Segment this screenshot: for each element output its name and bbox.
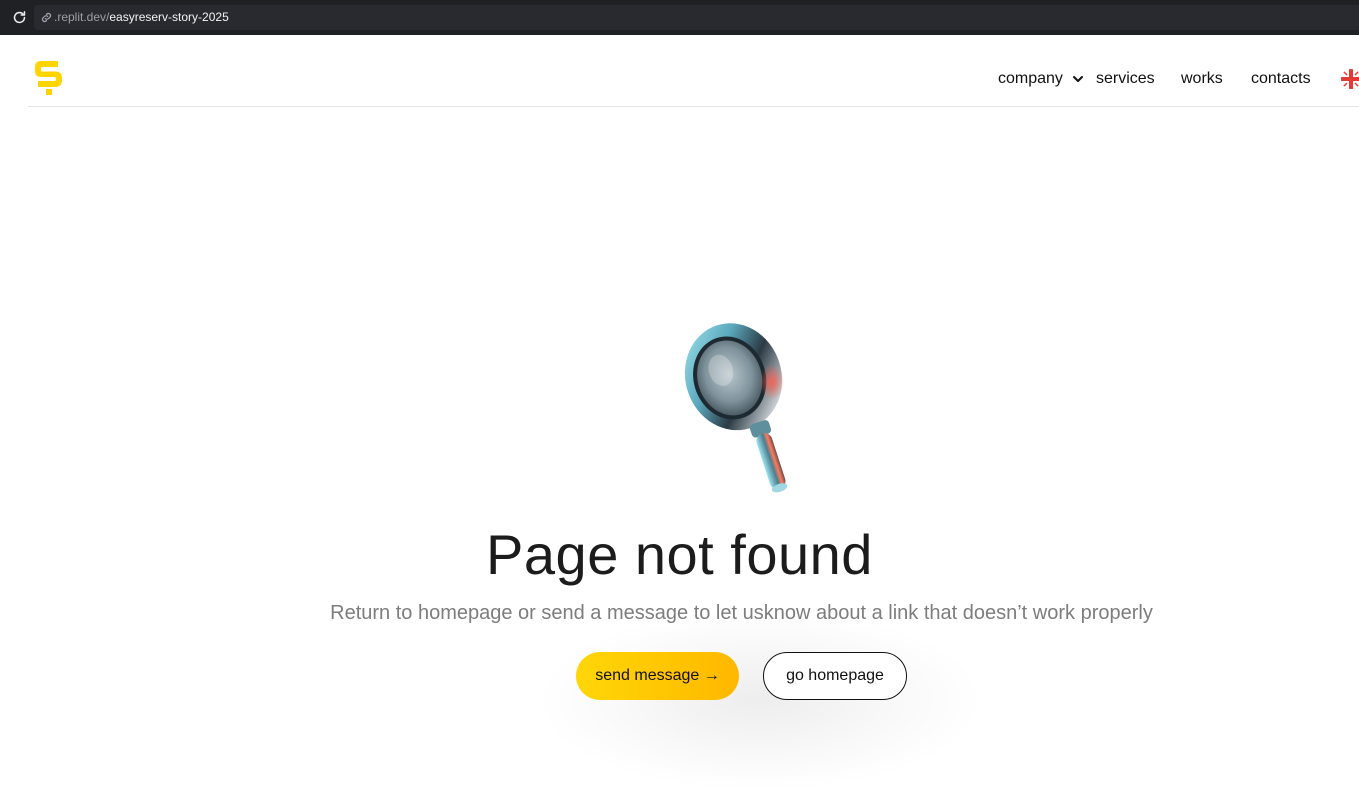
url-domain: .replit.dev/ [54, 10, 110, 24]
button-shadow-glow [540, 610, 980, 790]
address-bar[interactable]: .replit.dev/easyreserv-story-2025 [34, 5, 1359, 30]
nav-works[interactable]: works [1181, 69, 1223, 89]
chevron-down-icon[interactable] [1072, 73, 1084, 85]
page-title: Page not found [486, 523, 873, 586]
nav-services[interactable]: services [1096, 69, 1155, 89]
link-icon [41, 12, 52, 23]
nav-contacts[interactable]: contacts [1251, 69, 1311, 89]
brand-logo-icon[interactable] [31, 58, 65, 100]
uk-flag-icon[interactable] [1341, 69, 1359, 89]
url-text: .replit.dev/easyreserv-story-2025 [54, 10, 229, 24]
reload-icon[interactable] [11, 9, 28, 26]
send-message-button[interactable]: send message → [576, 652, 739, 700]
site-header: company services works contacts [28, 35, 1359, 107]
nav-company[interactable]: company [998, 69, 1063, 89]
magnifying-glass-icon [684, 323, 788, 493]
url-path: easyreserv-story-2025 [109, 10, 229, 24]
go-homepage-button[interactable]: go homepage [763, 652, 907, 700]
browser-toolbar: .replit.dev/easyreserv-story-2025 [0, 0, 1359, 35]
